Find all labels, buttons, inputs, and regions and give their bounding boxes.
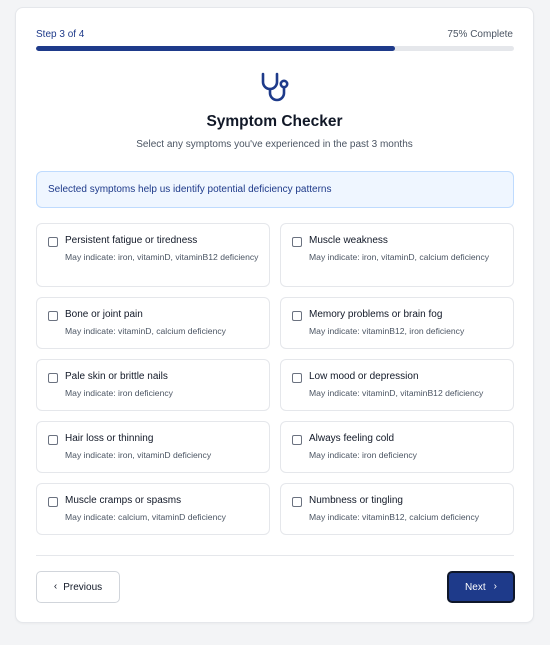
symptom-label: Muscle weakness xyxy=(309,235,388,246)
previous-button-label: Previous xyxy=(63,581,103,593)
symptom-hint: May indicate: vitaminB12, iron deficienc… xyxy=(309,326,465,336)
page-title: Symptom Checker xyxy=(206,113,343,130)
symptom-label: Bone or joint pain xyxy=(65,309,143,320)
symptom-hint: May indicate: iron, vitaminD, calcium de… xyxy=(309,252,490,262)
symptom-hint: May indicate: iron deficiency xyxy=(65,388,173,398)
checkbox[interactable] xyxy=(292,237,302,247)
progress-bar xyxy=(36,46,514,51)
symptom-label: Memory problems or brain fog xyxy=(309,309,443,320)
symptom-label: Low mood or depression xyxy=(309,371,419,382)
stethoscope-icon xyxy=(261,72,289,102)
symptom-hint: May indicate: iron, vitaminD, vitaminB12… xyxy=(65,252,259,262)
progress-header: Step 3 of 4 75% Complete xyxy=(36,29,513,41)
next-button-label: Next xyxy=(465,581,486,593)
symptom-option-pale-skin[interactable]: Pale skin or brittle nails May indicate:… xyxy=(36,359,270,411)
footer-divider xyxy=(36,555,514,556)
symptom-hint: May indicate: vitaminD, calcium deficien… xyxy=(65,326,226,336)
symptom-hint: May indicate: vitaminB12, calcium defici… xyxy=(309,512,480,522)
symptom-hint: May indicate: iron, vitaminD deficiency xyxy=(65,450,212,460)
chevron-right-icon: › xyxy=(493,581,497,592)
symptom-option-persistent-fatigue[interactable]: Persistent fatigue or tiredness May indi… xyxy=(36,223,270,287)
checkbox[interactable] xyxy=(292,497,302,507)
symptom-hint: May indicate: vitaminD, vitaminB12 defic… xyxy=(309,388,484,398)
checkbox[interactable] xyxy=(48,435,58,445)
symptom-hint: May indicate: iron deficiency xyxy=(309,450,417,460)
info-banner-text: Selected symptoms help us identify poten… xyxy=(48,184,332,195)
percent-complete-label: 75% Complete xyxy=(447,29,513,40)
checkbox[interactable] xyxy=(48,497,58,507)
checkbox[interactable] xyxy=(48,373,58,383)
symptom-option-memory-problems[interactable]: Memory problems or brain fog May indicat… xyxy=(280,297,514,349)
symptom-option-numbness[interactable]: Numbness or tingling May indicate: vitam… xyxy=(280,483,514,535)
symptom-option-hair-loss[interactable]: Hair loss or thinning May indicate: iron… xyxy=(36,421,270,473)
symptom-option-bone-joint-pain[interactable]: Bone or joint pain May indicate: vitamin… xyxy=(36,297,270,349)
checkbox[interactable] xyxy=(292,311,302,321)
progress-bar-fill xyxy=(36,46,395,51)
symptom-option-feeling-cold[interactable]: Always feeling cold May indicate: iron d… xyxy=(280,421,514,473)
symptom-label: Numbness or tingling xyxy=(309,495,403,506)
page-subtitle: Select any symptoms you've experienced i… xyxy=(136,139,413,150)
step-label: Step 3 of 4 xyxy=(36,29,85,40)
symptom-label: Always feeling cold xyxy=(309,433,395,444)
checkbox[interactable] xyxy=(292,435,302,445)
info-banner: Selected symptoms help us identify poten… xyxy=(36,171,514,208)
symptom-option-low-mood[interactable]: Low mood or depression May indicate: vit… xyxy=(280,359,514,411)
checkbox[interactable] xyxy=(48,237,58,247)
next-button[interactable]: Next › xyxy=(447,571,515,603)
symptom-hint: May indicate: calcium, vitaminD deficien… xyxy=(65,512,226,522)
previous-button[interactable]: ‹ Previous xyxy=(36,571,120,603)
symptom-label: Muscle cramps or spasms xyxy=(65,495,182,506)
chevron-left-icon: ‹ xyxy=(53,581,58,592)
symptom-option-muscle-cramps[interactable]: Muscle cramps or spasms May indicate: ca… xyxy=(36,483,270,535)
symptom-label: Hair loss or thinning xyxy=(65,433,154,444)
checkbox[interactable] xyxy=(292,373,302,383)
symptom-label: Persistent fatigue or tiredness xyxy=(65,235,198,246)
checkbox[interactable] xyxy=(48,311,58,321)
symptom-checker-card: Step 3 of 4 75% Complete Symptom Checker… xyxy=(15,7,534,623)
symptom-option-muscle-weakness[interactable]: Muscle weakness May indicate: iron, vita… xyxy=(280,223,514,287)
symptom-label: Pale skin or brittle nails xyxy=(65,371,168,382)
